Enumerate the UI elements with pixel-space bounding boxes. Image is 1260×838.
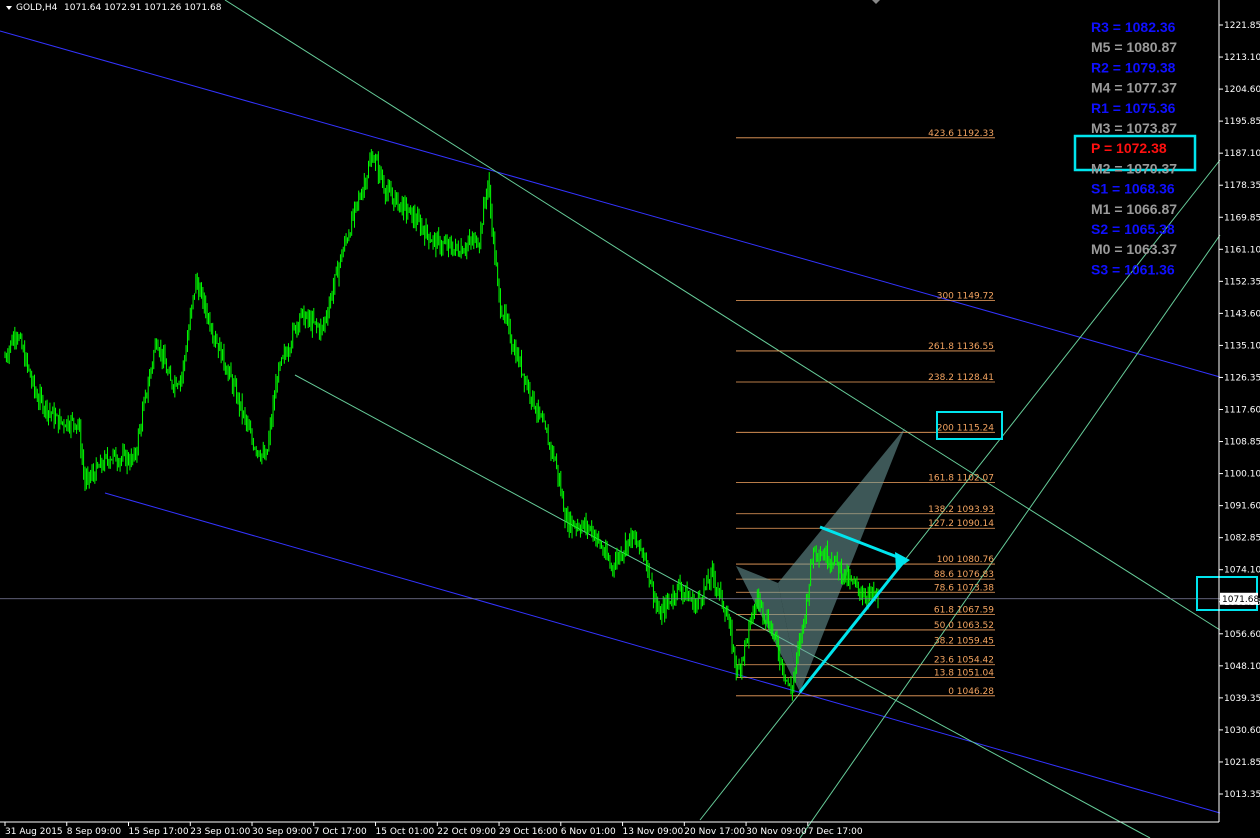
- price-chart[interactable]: 0 1046.28 13.8 1051.04 23.6 1054.42 38.2 10…: [0, 0, 1260, 838]
- x-tick-label: 22 Oct 09:00: [437, 827, 496, 837]
- fib-level-label: 100 1080.76: [937, 555, 995, 565]
- y-tick-label: 1195.85: [1224, 117, 1260, 127]
- y-tick-label: 1100.10: [1224, 470, 1260, 480]
- x-tick-label: 23 Sep 01:00: [190, 827, 250, 837]
- fib-level-label: 200 1115.24: [937, 423, 995, 433]
- pivot-label: R3 = 1082.36: [1091, 19, 1176, 35]
- y-tick-label: 1091.60: [1224, 502, 1260, 512]
- y-tick-label: 1126.35: [1224, 373, 1260, 383]
- fib-level-label: 261.8 1136.55: [928, 342, 994, 352]
- fib-level-label: 13.8 1051.04: [934, 669, 994, 679]
- pivot-label: S2 = 1065.38: [1091, 221, 1175, 237]
- x-tick-label: 8 Sep 09:00: [67, 827, 122, 837]
- y-tick-label: 1056.60: [1224, 630, 1260, 640]
- y-tick-label: 1013.35: [1224, 790, 1260, 800]
- y-tick-label: 1135.10: [1224, 341, 1260, 351]
- y-tick-label: 1187.10: [1224, 149, 1260, 159]
- y-tick-label: 1117.60: [1224, 406, 1260, 416]
- pivot-label: M1 = 1066.87: [1091, 201, 1177, 217]
- fib-level-label: 38.2 1059.45: [934, 636, 994, 646]
- pivot-label: M5 = 1080.87: [1091, 39, 1177, 55]
- y-tick-label: 1213.10: [1224, 53, 1260, 63]
- y-tick-label: 1143.60: [1224, 309, 1260, 319]
- ohlc-readout: 1071.64 1072.91 1071.26 1071.68: [64, 3, 222, 13]
- x-tick-label: 7 Oct 17:00: [314, 827, 367, 837]
- fib-level-label: 78.6 1073.38: [934, 583, 994, 593]
- y-tick-label: 1204.60: [1224, 85, 1260, 95]
- pivot-label: R2 = 1079.38: [1091, 59, 1176, 75]
- fib-level-label: 88.6 1076.83: [934, 570, 994, 580]
- fib-level-label: 50.0 1063.52: [934, 621, 994, 631]
- pivot-label: M2 = 1070.37: [1091, 160, 1177, 176]
- fib-level-label: 61.8 1067.59: [934, 605, 994, 615]
- x-tick-label: 15 Sep 17:00: [129, 827, 189, 837]
- x-tick-label: 20 Nov 17:00: [684, 827, 745, 837]
- y-tick-label: 1152.35: [1224, 277, 1260, 287]
- fib-level-label: 127.2 1090.14: [928, 519, 994, 529]
- fib-level-label: 161.8 1102.07: [928, 474, 994, 484]
- x-tick-label: 15 Oct 01:00: [376, 827, 435, 837]
- pivot-label: R1 = 1075.36: [1091, 100, 1176, 116]
- fib-level-label: 423.6 1192.33: [928, 129, 994, 139]
- y-tick-label: 1221.85: [1224, 21, 1260, 31]
- y-tick-label: 1082.85: [1224, 534, 1260, 544]
- y-tick-label: 1021.85: [1224, 758, 1260, 768]
- y-tick-label: 1108.85: [1224, 438, 1260, 448]
- y-tick-label: 1178.35: [1224, 181, 1260, 191]
- x-tick-label: 31 Aug 2015: [5, 827, 63, 837]
- fib-level-label: 23.6 1054.42: [934, 656, 994, 666]
- fib-level-label: 0 1046.28: [948, 687, 994, 697]
- pivot-label: M0 = 1063.37: [1091, 241, 1177, 257]
- y-tick-label: 1074.10: [1224, 566, 1260, 576]
- symbol-label: GOLD,H4: [16, 3, 58, 13]
- x-tick-label: 13 Nov 09:00: [623, 827, 684, 837]
- x-tick-label: 29 Oct 16:00: [499, 827, 558, 837]
- price-axis: 1221.85 1213.10 1204.60 1195.85 1187.10 1178.…: [1218, 0, 1260, 822]
- fib-level-label: 138.2 1093.93: [928, 505, 994, 515]
- x-tick-label: 7 Dec 17:00: [808, 827, 863, 837]
- y-tick-label: 1039.35: [1224, 694, 1260, 704]
- fib-level-label: 238.2 1128.41: [928, 373, 994, 383]
- pivot-label: M4 = 1077.37: [1091, 80, 1177, 96]
- x-tick-label: 30 Sep 09:00: [252, 827, 312, 837]
- y-tick-label: 1161.10: [1224, 245, 1260, 255]
- current-price-label: 1071.68: [1222, 595, 1259, 605]
- x-tick-label: 30 Nov 09:00: [746, 827, 807, 837]
- fib-level-label: 300 1149.72: [937, 292, 994, 302]
- pivot-label: S3 = 1061.36: [1091, 261, 1175, 277]
- x-tick-label: 6 Nov 01:00: [561, 827, 616, 837]
- chart-background: [0, 0, 1260, 838]
- pivot-label: P = 1072.38: [1091, 140, 1167, 156]
- pivot-label: M3 = 1073.87: [1091, 120, 1177, 136]
- y-tick-label: 1030.60: [1224, 726, 1260, 736]
- y-tick-label: 1048.10: [1224, 662, 1260, 672]
- pivot-label: S1 = 1068.36: [1091, 181, 1175, 197]
- y-tick-label: 1169.85: [1224, 213, 1260, 223]
